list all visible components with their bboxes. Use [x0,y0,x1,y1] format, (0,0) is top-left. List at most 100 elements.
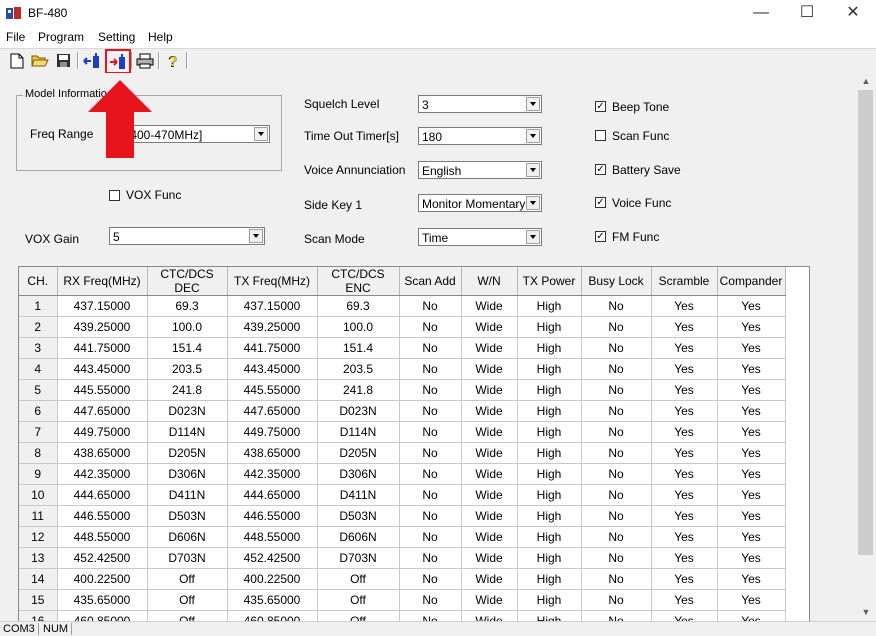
table-cell[interactable]: 14 [19,568,58,590]
table-cell[interactable]: 452.42500 [57,547,148,569]
table-cell[interactable]: D114N [317,421,400,443]
table-cell[interactable]: 5 [19,379,58,401]
new-file-icon[interactable] [7,51,27,70]
table-cell[interactable]: Yes [717,295,786,317]
table-cell[interactable]: Wide [461,484,518,506]
column-header[interactable]: CTC/DCS ENC [317,267,400,296]
scroll-up-icon[interactable]: ▲ [856,73,876,90]
table-cell[interactable]: D703N [147,547,228,569]
table-cell[interactable]: 442.35000 [57,463,148,485]
table-cell[interactable]: D114N [147,421,228,443]
voice-select[interactable]: English [418,161,542,179]
table-cell[interactable]: No [399,358,462,380]
table-cell[interactable]: Yes [651,505,718,527]
table-row[interactable]: 12 448.55000 D606N 448.55000 D606N No Wide High… [19,526,786,548]
vox-func-checkbox[interactable] [109,190,120,201]
table-cell[interactable]: Wide [461,400,518,422]
chevron-down-icon[interactable] [526,163,540,177]
column-header[interactable]: TX Freq(MHz) [227,267,318,296]
table-cell[interactable]: 435.65000 [227,589,318,611]
table-cell[interactable]: Yes [651,526,718,548]
table-cell[interactable]: 460.85000 [227,610,318,621]
table-cell[interactable]: Off [317,610,400,621]
chevron-down-icon[interactable] [526,196,540,210]
table-cell[interactable]: 438.65000 [227,442,318,464]
table-cell[interactable]: High [517,547,582,569]
beep-tone-checkbox[interactable]: ✓ [595,101,606,112]
table-cell[interactable]: No [581,421,652,443]
table-cell[interactable]: 447.65000 [227,400,318,422]
table-cell[interactable]: 442.35000 [227,463,318,485]
table-cell[interactable]: 100.0 [147,316,228,338]
table-cell[interactable]: No [399,316,462,338]
column-header[interactable]: RX Freq(MHz) [57,267,148,296]
table-cell[interactable]: 400.22500 [227,568,318,590]
table-row[interactable]: 1 437.15000 69.3 437.15000 69.3 No Wide High No Y… [19,295,786,317]
table-cell[interactable]: D023N [147,400,228,422]
table-cell[interactable]: 445.55000 [227,379,318,401]
table-cell[interactable]: 16 [19,610,58,621]
table-cell[interactable]: Yes [651,400,718,422]
close-button[interactable]: ✕ [830,0,876,28]
table-cell[interactable]: 9 [19,463,58,485]
table-cell[interactable]: 439.25000 [227,316,318,338]
table-cell[interactable]: 11 [19,505,58,527]
print-icon[interactable] [135,51,155,70]
table-cell[interactable]: Yes [651,610,718,621]
table-cell[interactable]: No [581,442,652,464]
vox-gain-select[interactable]: 5 [109,227,265,245]
table-cell[interactable]: Yes [717,610,786,621]
table-cell[interactable]: 12 [19,526,58,548]
table-cell[interactable]: No [581,379,652,401]
table-cell[interactable]: No [581,400,652,422]
write-to-radio-icon[interactable] [105,49,131,74]
table-cell[interactable]: 241.8 [147,379,228,401]
table-cell[interactable]: No [581,568,652,590]
table-cell[interactable]: D306N [147,463,228,485]
table-cell[interactable]: No [399,568,462,590]
table-cell[interactable]: 437.15000 [227,295,318,317]
table-cell[interactable]: High [517,442,582,464]
table-row[interactable]: 13 452.42500 D703N 452.42500 D703N No Wide High… [19,547,786,569]
table-cell[interactable]: D306N [317,463,400,485]
table-cell[interactable]: High [517,610,582,621]
table-cell[interactable]: Wide [461,568,518,590]
table-row[interactable]: 2 439.25000 100.0 439.25000 100.0 No Wide High N… [19,316,786,338]
table-cell[interactable]: Yes [717,421,786,443]
table-row[interactable]: 15 435.65000 Off 435.65000 Off No Wide High No Ye… [19,589,786,611]
table-cell[interactable]: 449.75000 [57,421,148,443]
table-cell[interactable]: Off [317,589,400,611]
table-cell[interactable]: 2 [19,316,58,338]
table-cell[interactable]: Yes [717,568,786,590]
table-cell[interactable]: High [517,421,582,443]
table-cell[interactable]: No [399,589,462,611]
table-cell[interactable]: Wide [461,316,518,338]
read-from-radio-icon[interactable] [82,51,102,70]
table-cell[interactable]: 444.65000 [57,484,148,506]
table-cell[interactable]: 441.75000 [227,337,318,359]
table-cell[interactable]: High [517,400,582,422]
table-cell[interactable]: 203.5 [317,358,400,380]
table-cell[interactable]: No [399,295,462,317]
table-cell[interactable]: Wide [461,421,518,443]
table-cell[interactable]: Yes [651,316,718,338]
chevron-down-icon[interactable] [526,129,540,143]
table-cell[interactable]: No [581,484,652,506]
scrollbar-thumb[interactable] [858,90,873,555]
column-header[interactable]: Busy Lock [581,267,652,296]
table-row[interactable]: 3 441.75000 151.4 441.75000 151.4 No Wide High N… [19,337,786,359]
table-row[interactable]: 4 443.45000 203.5 443.45000 203.5 No Wide High N… [19,358,786,380]
table-cell[interactable]: Yes [651,337,718,359]
table-cell[interactable]: 203.5 [147,358,228,380]
table-cell[interactable]: 448.55000 [227,526,318,548]
table-cell[interactable]: Yes [717,379,786,401]
help-icon[interactable]: ?? [163,51,183,70]
table-cell[interactable]: Wide [461,337,518,359]
table-cell[interactable]: No [581,589,652,611]
table-cell[interactable]: Yes [717,400,786,422]
column-header[interactable]: W/N [461,267,518,296]
table-cell[interactable]: 69.3 [317,295,400,317]
table-cell[interactable]: Yes [651,463,718,485]
table-cell[interactable]: No [399,610,462,621]
table-cell[interactable]: High [517,358,582,380]
